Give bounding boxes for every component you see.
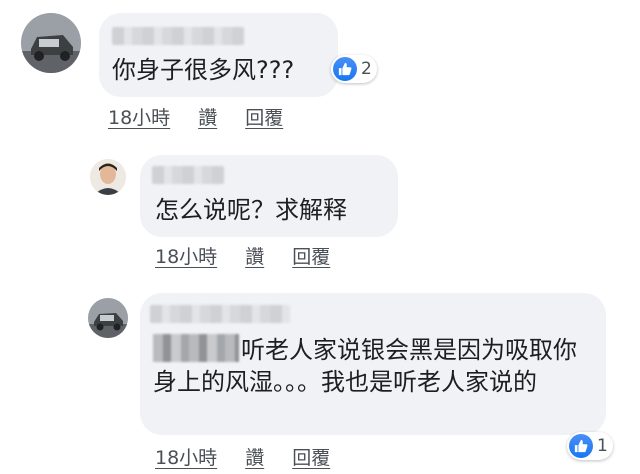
avatar[interactable] — [90, 159, 126, 195]
avatar[interactable] — [88, 298, 128, 338]
comment-text-block: 听老人家说银会黑是因为吸取你身上的风湿。。。我也是听老人家说的 — [153, 334, 593, 398]
mention-redacted[interactable] — [153, 334, 239, 362]
reaction-summary[interactable]: 2 — [331, 55, 377, 83]
timestamp-link[interactable]: 18小時 — [155, 242, 217, 269]
reaction-count: 1 — [597, 436, 608, 456]
reply-button[interactable]: 回覆 — [292, 242, 330, 269]
person-avatar-icon — [90, 159, 126, 195]
avatar[interactable] — [21, 13, 81, 73]
car-avatar-icon — [21, 13, 81, 73]
reply-button[interactable]: 回覆 — [292, 443, 330, 470]
reply-button[interactable]: 回覆 — [245, 103, 283, 130]
timestamp-link[interactable]: 18小時 — [108, 103, 170, 130]
comment-text: 怎么说呢？求解释 — [155, 196, 347, 224]
like-button[interactable]: 讚 — [245, 242, 264, 269]
comment-actions: 18小時 讚 回覆 — [155, 242, 330, 269]
reaction-summary[interactable]: 1 — [567, 432, 613, 460]
commenter-name-redacted[interactable] — [150, 305, 290, 323]
like-button[interactable]: 讚 — [245, 443, 264, 470]
comment-text: 你身子很多风??? — [112, 56, 295, 84]
like-icon — [569, 434, 593, 458]
commenter-name-redacted[interactable] — [112, 27, 244, 45]
commenter-name-redacted[interactable] — [152, 166, 224, 184]
timestamp-link[interactable]: 18小時 — [155, 443, 217, 470]
comment-actions: 18小時 讚 回覆 — [108, 103, 283, 130]
like-icon — [333, 57, 357, 81]
like-button[interactable]: 讚 — [198, 103, 217, 130]
reaction-count: 2 — [361, 59, 372, 79]
car-avatar-icon — [88, 298, 128, 338]
comment-actions: 18小時 讚 回覆 — [155, 443, 330, 470]
